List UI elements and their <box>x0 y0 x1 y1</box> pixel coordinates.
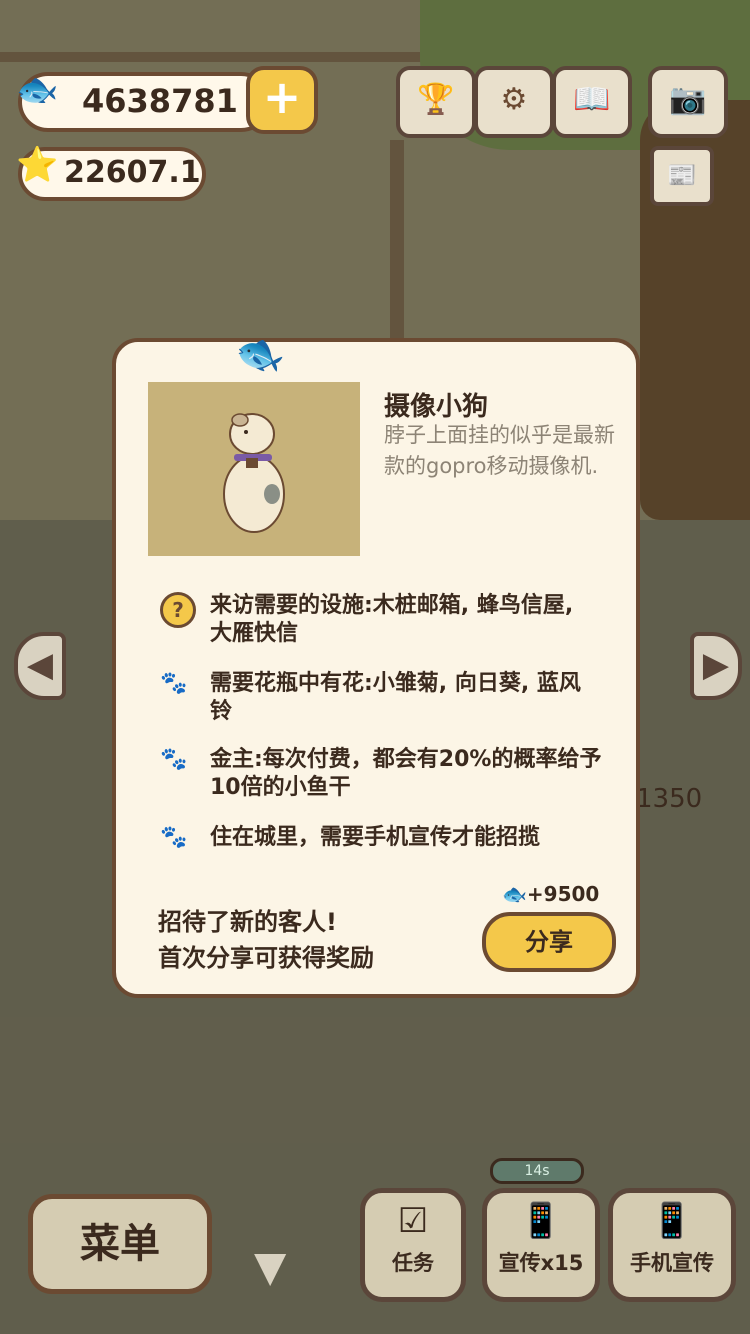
question-icon: ? <box>160 592 196 628</box>
requirement-text: 住在城里，需要手机宣传才能招揽 <box>210 825 541 850</box>
dog-illustration <box>223 413 285 533</box>
welcome-line-2: 首次分享可获得奖励 <box>158 944 374 972</box>
welcome-message: 招待了新的客人! 首次分享可获得奖励 <box>158 904 374 976</box>
paw-icon: 🐾 <box>160 825 188 850</box>
gear-icon: ⚙ <box>500 82 528 117</box>
fish-icon: 🐟 <box>502 882 527 906</box>
chevron-left-icon: ◀ <box>26 645 54 685</box>
promo-label: 宣传x15 <box>498 1251 584 1275</box>
fish-currency: 🐟 4638781 <box>16 70 271 132</box>
paw-icon: 🐾 <box>160 671 188 696</box>
reward-value: +9500 <box>526 882 600 906</box>
paw-icon: 🐾 <box>160 747 188 772</box>
phone-icon: 📱 <box>519 1201 563 1241</box>
fish-icon: 🐟 <box>16 70 59 110</box>
promo-timer: 14s <box>490 1158 584 1184</box>
price-label: 1350 <box>636 784 703 814</box>
promo-button[interactable]: 📱 宣传x15 <box>482 1188 600 1302</box>
requirement-text: 金主:每次付费，都会有20%的概率给予10倍的小鱼干 <box>210 747 602 800</box>
fish-value: 4638781 <box>82 82 238 120</box>
camera-icon: 📷 <box>669 82 707 117</box>
checklist-icon: ☑ <box>397 1201 429 1241</box>
requirement-item: ? 来访需要的设施:木桩邮箱, 蜂鸟信屋, 大雁快信 <box>160 592 602 648</box>
phone-icon: 📱 <box>650 1201 694 1241</box>
ranking-button[interactable]: 🏆 <box>396 66 476 138</box>
chevron-right-icon: ▶ <box>702 645 730 685</box>
chevron-down-icon[interactable]: ▼ <box>254 1242 286 1291</box>
requirement-text: 需要花瓶中有花:小雏菊, 向日葵, 蓝风铃 <box>210 671 581 724</box>
plus-icon: + <box>262 70 302 124</box>
star-currency: ⭐ 22607.1 <box>16 145 206 201</box>
share-button[interactable]: 分享 <box>482 912 616 972</box>
character-name: 摄像小狗 <box>384 392 489 422</box>
welcome-line-1: 招待了新的客人! <box>158 908 337 936</box>
book-icon: 📖 <box>573 82 611 117</box>
requirement-text: 来访需要的设施:木桩邮箱, 蜂鸟信屋, 大雁快信 <box>210 593 574 646</box>
add-fish-button[interactable]: + <box>246 66 318 134</box>
scroll-right-button[interactable]: ▶ <box>690 632 742 700</box>
character-portrait <box>148 382 360 556</box>
requirement-item: 🐾 住在城里，需要手机宣传才能招揽 <box>160 824 602 852</box>
book-button[interactable]: 📖 <box>552 66 632 138</box>
phone-promo-label: 手机宣传 <box>630 1251 714 1275</box>
phone-promo-button[interactable]: 📱 手机宣传 <box>608 1188 736 1302</box>
notice-icon: 📰 <box>667 161 697 189</box>
settings-button[interactable]: ⚙ <box>474 66 554 138</box>
visitor-info-modal: 摄像小狗 脖子上面挂的似乎是最新款的gopro移动摄像机. ? 来访需要的设施:… <box>112 338 640 998</box>
tasks-label: 任务 <box>392 1251 434 1275</box>
star-value: 22607.1 <box>64 155 201 190</box>
notice-button[interactable]: 📰 <box>650 146 714 206</box>
tasks-button[interactable]: ☑ 任务 <box>360 1188 466 1302</box>
camera-button[interactable]: 📷 <box>648 66 728 138</box>
scroll-left-button[interactable]: ◀ <box>14 632 66 700</box>
requirement-item: 🐾 金主:每次付费，都会有20%的概率给予10倍的小鱼干 <box>160 746 602 802</box>
share-reward: 🐟+9500 <box>502 882 599 906</box>
menu-button[interactable]: 菜单 <box>28 1194 212 1294</box>
requirement-item: 🐾 需要花瓶中有花:小雏菊, 向日葵, 蓝风铃 <box>160 670 602 726</box>
character-description: 脖子上面挂的似乎是最新款的gopro移动摄像机. <box>384 423 615 478</box>
star-icon: ⭐ <box>16 145 59 185</box>
ranking-icon: 🏆 <box>417 82 455 117</box>
